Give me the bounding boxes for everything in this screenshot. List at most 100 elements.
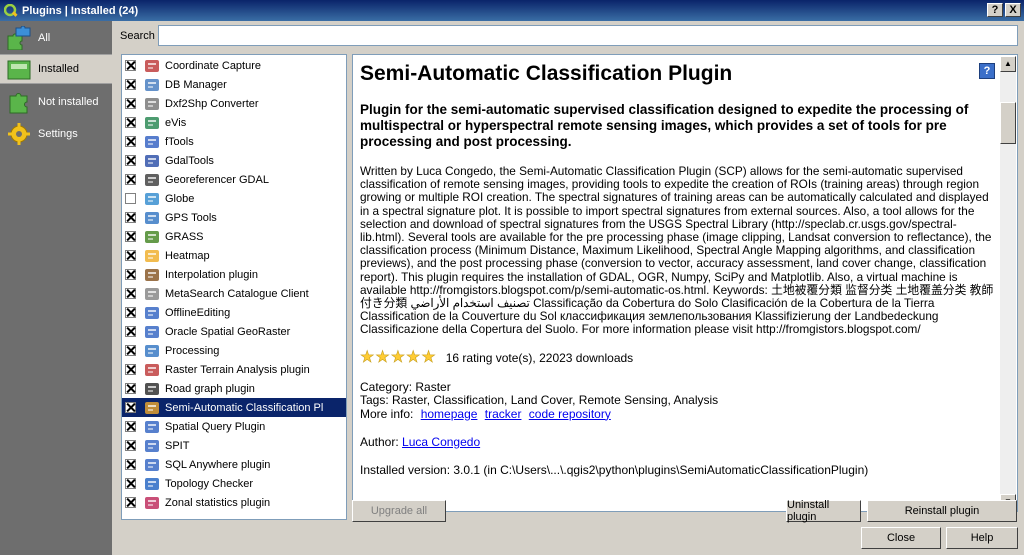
plugin-row[interactable]: Oracle Spatial GeoRaster — [122, 322, 346, 341]
plugin-author: Author: Luca Congedo — [360, 435, 996, 449]
plugin-enable-checkbox[interactable] — [125, 212, 136, 223]
plugin-label: Semi-Automatic Classification Pl — [165, 401, 324, 414]
tracker-link[interactable]: tracker — [485, 407, 522, 421]
plugin-row[interactable]: Heatmap — [122, 246, 346, 265]
plugin-enable-checkbox[interactable] — [125, 326, 136, 337]
plugin-label: MetaSearch Catalogue Client — [165, 287, 309, 300]
star-icon: ★ — [360, 348, 375, 366]
plugin-label: OfflineEditing — [165, 306, 231, 319]
scroll-thumb[interactable] — [1000, 102, 1016, 144]
search-input[interactable] — [158, 25, 1018, 46]
spatial-query-icon — [144, 419, 160, 435]
plugin-label: Topology Checker — [165, 477, 254, 490]
plugin-enable-checkbox[interactable] — [125, 402, 136, 413]
plugin-row[interactable]: Interpolation plugin — [122, 265, 346, 284]
scroll-up-button[interactable]: ▲ — [1000, 56, 1016, 72]
plugin-description: Written by Luca Congedo, the Semi-Automa… — [360, 164, 994, 337]
nav-item-installed[interactable]: Installed — [0, 54, 112, 84]
globe-icon — [144, 191, 160, 207]
homepage-link[interactable]: homepage — [421, 407, 478, 421]
puzzle-installed-icon — [6, 56, 32, 82]
plugin-row[interactable]: Semi-Automatic Classification Pl — [122, 398, 346, 417]
plugin-label: Road graph plugin — [165, 382, 255, 395]
upgrade-all-button[interactable]: Upgrade all — [352, 500, 446, 522]
window-close-button[interactable]: X — [1005, 3, 1021, 17]
plugin-row[interactable]: DB Manager — [122, 75, 346, 94]
nav-item-settings[interactable]: Settings — [0, 119, 112, 149]
details-scrollbar[interactable]: ▲ ▼ — [1000, 56, 1016, 510]
plugin-enable-checkbox[interactable] — [125, 136, 136, 147]
gear-icon — [6, 121, 32, 147]
plugin-enable-checkbox[interactable] — [125, 345, 136, 356]
interpolation-icon — [144, 267, 160, 283]
plugin-row[interactable]: Globe — [122, 189, 346, 208]
sql-icon — [144, 457, 160, 473]
qgis-logo-icon — [4, 3, 18, 18]
nav-item-not-installed[interactable]: Not installed — [0, 87, 112, 117]
nav-item-all[interactable]: All — [0, 23, 112, 53]
star-icon: ★ — [406, 348, 421, 366]
context-help-button[interactable]: ? — [987, 3, 1003, 17]
plugin-enable-checkbox[interactable] — [125, 364, 136, 375]
search-label: Search — [120, 30, 155, 42]
plugin-enable-checkbox[interactable] — [125, 459, 136, 470]
plugin-enable-checkbox[interactable] — [125, 269, 136, 280]
heatmap-icon — [144, 248, 160, 264]
plugin-label: Raster Terrain Analysis plugin — [165, 363, 310, 376]
plugin-row[interactable]: GPS Tools — [122, 208, 346, 227]
plugin-row[interactable]: Processing — [122, 341, 346, 360]
plugin-enable-checkbox[interactable] — [125, 288, 136, 299]
plugin-enable-checkbox[interactable] — [125, 497, 136, 508]
plugin-enable-checkbox[interactable] — [125, 440, 136, 451]
close-button[interactable]: Close — [861, 527, 941, 549]
plugin-enable-checkbox[interactable] — [125, 79, 136, 90]
plugin-enable-checkbox[interactable] — [125, 307, 136, 318]
help-button[interactable]: Help — [946, 527, 1018, 549]
plugin-enable-checkbox[interactable] — [125, 421, 136, 432]
georef-icon — [144, 172, 160, 188]
plugin-row[interactable]: SPIT — [122, 436, 346, 455]
plugin-row[interactable]: Spatial Query Plugin — [122, 417, 346, 436]
code-repository-link[interactable]: code repository — [529, 407, 611, 421]
plugin-subtitle: Plugin for the semi-automatic supervised… — [360, 102, 969, 149]
plugin-label: Coordinate Capture — [165, 59, 262, 72]
topology-icon — [144, 476, 160, 492]
plugin-enable-checkbox[interactable] — [125, 231, 136, 242]
plugin-row[interactable]: Coordinate Capture — [122, 56, 346, 75]
scp-icon — [144, 400, 160, 416]
plugin-row[interactable]: SQL Anywhere plugin — [122, 455, 346, 474]
plugin-row[interactable]: MetaSearch Catalogue Client — [122, 284, 346, 303]
uninstall-plugin-button[interactable]: Uninstall plugin — [786, 499, 861, 523]
convert-icon — [144, 96, 160, 112]
plugin-row[interactable]: Georeferencer GDAL — [122, 170, 346, 189]
plugin-enable-checkbox[interactable] — [125, 478, 136, 489]
plugin-row[interactable]: GdalTools — [122, 151, 346, 170]
reinstall-plugin-button[interactable]: Reinstall plugin — [867, 500, 1017, 522]
grass-icon — [144, 229, 160, 245]
plugin-enable-checkbox[interactable] — [125, 383, 136, 394]
plugin-row[interactable]: Raster Terrain Analysis plugin — [122, 360, 346, 379]
plugin-enable-checkbox[interactable] — [125, 117, 136, 128]
author-link[interactable]: Luca Congedo — [402, 435, 480, 449]
plugin-list[interactable]: Coordinate Capture DB Manager Dxf2Shp Conv… — [121, 54, 347, 520]
plugin-row[interactable]: Zonal statistics plugin — [122, 493, 346, 512]
plugin-row[interactable]: Dxf2Shp Converter — [122, 94, 346, 113]
plugin-row[interactable]: Road graph plugin — [122, 379, 346, 398]
plugin-enable-checkbox[interactable] — [125, 250, 136, 261]
plugin-enable-checkbox[interactable] — [125, 60, 136, 71]
plugin-row[interactable]: eVis — [122, 113, 346, 132]
terrain-icon — [144, 362, 160, 378]
plugin-row[interactable]: fTools — [122, 132, 346, 151]
plugin-enable-checkbox[interactable] — [125, 155, 136, 166]
plugin-details-pane: ? Semi-Automatic Classification Plugin P… — [352, 54, 1018, 512]
star-icon: ★ — [375, 348, 390, 366]
star-icon: ★ — [390, 348, 406, 366]
plugin-row[interactable]: GRASS — [122, 227, 346, 246]
plugin-enable-checkbox[interactable] — [125, 193, 136, 204]
plugin-row[interactable]: OfflineEditing — [122, 303, 346, 322]
plugin-label: GRASS — [165, 230, 204, 243]
plugin-row[interactable]: Topology Checker — [122, 474, 346, 493]
plugin-enable-checkbox[interactable] — [125, 98, 136, 109]
plugin-enable-checkbox[interactable] — [125, 174, 136, 185]
more-info-label: More info: — [360, 406, 414, 421]
